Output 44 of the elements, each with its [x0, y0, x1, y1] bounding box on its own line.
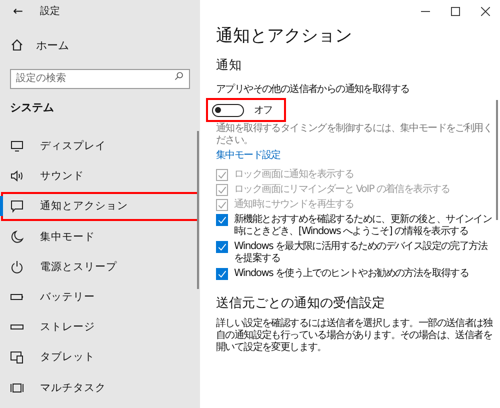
section-heading: システム — [10, 100, 55, 115]
checkbox[interactable] — [216, 214, 228, 226]
checkbox[interactable] — [216, 241, 228, 253]
monitor-icon — [10, 139, 24, 154]
nav-item[interactable]: 集中モード — [0, 222, 200, 252]
nav-item[interactable]: バッテリー — [0, 282, 200, 312]
nav-item[interactable]: タブレット — [0, 342, 200, 372]
window-title: 設定 — [40, 4, 60, 18]
home-link[interactable]: ホーム — [10, 34, 200, 56]
checkbox-label: 通知時にサウンドを再生する — [234, 199, 354, 211]
toggle-label: アプリやその他の送信者からの通知を取得する — [216, 82, 410, 96]
nav-item[interactable]: 通知とアクション — [0, 191, 200, 222]
back-button[interactable]: ← — [0, 0, 36, 22]
moon-icon — [10, 230, 24, 244]
checkbox-label: 新機能とおすすめを確認するために、更新の後と、サインイン時にときどき、[Windows へようこそ] の情報を表示する — [234, 214, 492, 238]
nav-item[interactable]: ディスプレイ — [0, 131, 200, 162]
section-description: 詳しい設定を確認するには送信者を選択します。一部の送信者は独自の通知設定も行っている場合があります。その場合は、送信者を開いて設定を変更します。 — [216, 318, 492, 354]
scrollbar[interactable] — [197, 131, 199, 289]
checkbox[interactable] — [216, 268, 228, 280]
description-text: 通知を取得するタイミングを制御するには、集中モードをご利用ください。 — [216, 123, 492, 147]
power-icon — [10, 260, 24, 274]
page-title: 通知とアクション — [216, 25, 353, 47]
section-heading: 送信元ごとの通知の受信設定 — [216, 295, 386, 312]
checkbox-label: Windows を最大限に活用するためのデバイス設定の完了方法を提案する — [234, 241, 489, 265]
checkbox-label: ロック画面にリマインダーと VoIP の着信を表示する — [234, 184, 450, 196]
nav-item[interactable]: ストレージ — [0, 312, 200, 342]
multitask-icon — [10, 380, 24, 395]
nav-item[interactable]: サウンド — [0, 161, 200, 192]
section-heading: 通知 — [216, 57, 243, 74]
maximize-icon — [450, 6, 460, 16]
focus-settings-link[interactable]: 集中モード設定 — [216, 148, 280, 162]
search-icon — [174, 71, 184, 81]
scrollbar[interactable] — [496, 100, 498, 220]
home-icon — [10, 38, 24, 52]
close-icon — [480, 6, 490, 16]
speaker-icon — [10, 169, 24, 184]
checkbox-label: Windows を使う上でのヒントやお勧めの方法を取得する — [234, 268, 469, 280]
nav-item[interactable]: 電源とスリープ — [0, 252, 200, 282]
checkbox-label: ロック画面に通知を表示する — [234, 169, 354, 181]
message-icon — [10, 199, 24, 214]
nav-item[interactable]: マルチタスク — [0, 372, 200, 403]
toggle-switch[interactable]: オフ — [208, 100, 284, 120]
search-field[interactable]: 設定の検索 — [10, 68, 190, 88]
tablet-icon — [10, 350, 24, 364]
